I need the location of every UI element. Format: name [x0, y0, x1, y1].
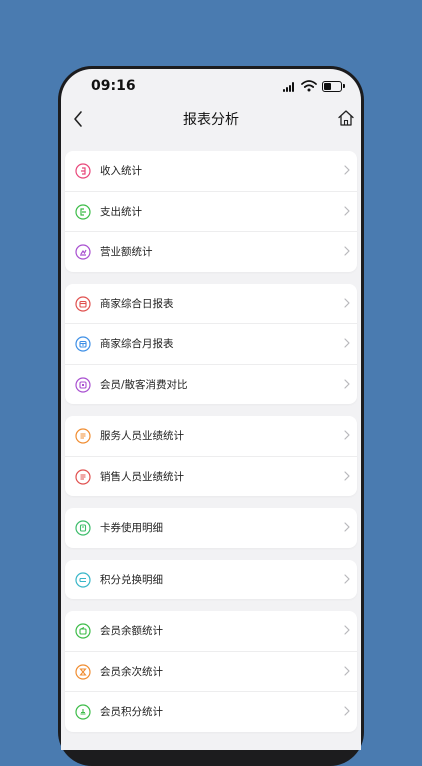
status-time: 09:16: [91, 78, 136, 94]
menu-item[interactable]: 销售人员业绩统计: [65, 457, 357, 497]
menu-group: 服务人员业绩统计 销售人员业绩统计: [65, 416, 357, 496]
home-icon[interactable]: [337, 109, 355, 127]
menu-item-label: 商家综合日报表: [100, 297, 174, 310]
menu-item[interactable]: 商家综合日报表: [65, 284, 357, 324]
menu-item[interactable]: 收入统计: [65, 151, 357, 192]
menu-item-label: 营业额统计: [100, 246, 153, 258]
calendar-month-icon: [75, 336, 91, 352]
chevron-right-icon: [344, 378, 350, 389]
menu-group: 积分兑换明细: [65, 559, 357, 600]
report-menu-list: 收入统计 支出统计 营业额统计 商家综合日报表 商家综合月报表 会员/散客消费对比 服务人员…: [65, 151, 357, 744]
menu-item[interactable]: 营业额统计: [65, 232, 357, 272]
menu-item-label: 收入统计: [100, 165, 142, 177]
chevron-right-icon: [344, 246, 350, 256]
app-screen: 09:16 报表分析 收入统计 支出统计 营业额统计 商家综合日报表 商家综合月报表 会员…: [61, 69, 361, 750]
chevron-right-icon: [344, 297, 350, 308]
document-icon: [75, 428, 91, 444]
menu-item[interactable]: 会员/散客消费对比: [65, 365, 357, 405]
exchange-icon: [75, 571, 91, 588]
chevron-right-icon: [344, 470, 350, 481]
menu-item-label: 会员/散客消费对比: [100, 378, 188, 391]
points-icon: [75, 704, 91, 720]
coupon-icon: [75, 520, 91, 536]
wifi-icon: [301, 80, 317, 92]
cellular-signal-icon: [283, 82, 297, 92]
menu-item[interactable]: 商家综合月报表: [65, 324, 357, 365]
menu-item-label: 卡券使用明细: [100, 522, 163, 534]
navigation-bar: 报表分析: [61, 105, 361, 135]
calendar-day-icon: [75, 295, 91, 312]
income-icon: [75, 163, 91, 179]
chevron-right-icon: [344, 522, 350, 532]
status-bar: 09:16: [61, 69, 361, 103]
menu-item[interactable]: 支出统计: [65, 192, 357, 232]
chevron-right-icon: [344, 625, 350, 635]
chevron-right-icon: [344, 338, 350, 348]
menu-item-label: 会员余额统计: [100, 625, 163, 637]
menu-group: 卡券使用明细: [65, 508, 357, 548]
chevron-right-icon: [344, 205, 350, 216]
menu-item-label: 会员余次统计: [100, 665, 163, 678]
chevron-right-icon: [344, 430, 350, 440]
menu-item-label: 服务人员业绩统计: [100, 430, 184, 442]
menu-group: 收入统计支出统计营业额统计: [65, 151, 357, 272]
menu-item-label: 商家综合月报表: [100, 338, 174, 350]
expense-icon: [75, 203, 91, 220]
menu-item[interactable]: 会员余次统计: [65, 652, 357, 692]
revenue-icon: [75, 244, 91, 260]
menu-item[interactable]: 卡券使用明细: [65, 508, 357, 548]
menu-item[interactable]: 会员余额统计: [65, 611, 357, 652]
chevron-right-icon: [344, 706, 350, 716]
battery-icon: [322, 81, 342, 92]
menu-item-label: 销售人员业绩统计: [100, 470, 184, 483]
hourglass-icon: [75, 663, 91, 680]
menu-item-label: 积分兑换明细: [100, 573, 163, 586]
compare-icon: [75, 376, 91, 393]
chevron-right-icon: [344, 573, 350, 584]
menu-item-label: 支出统计: [100, 205, 142, 218]
menu-item[interactable]: 服务人员业绩统计: [65, 416, 357, 457]
document-icon: [75, 468, 91, 485]
menu-item[interactable]: 会员积分统计: [65, 692, 357, 732]
page-title: 报表分析: [183, 112, 239, 128]
menu-item[interactable]: 积分兑换明细: [65, 560, 357, 600]
menu-item-label: 会员积分统计: [100, 706, 163, 718]
menu-group: 商家综合日报表 商家综合月报表会员/散客消费对比: [65, 283, 357, 405]
wallet-icon: [75, 623, 91, 639]
menu-group: 会员余额统计 会员余次统计 会员积分统计: [65, 611, 357, 732]
battery-tip: [343, 84, 345, 88]
chevron-right-icon: [344, 665, 350, 676]
chevron-right-icon: [344, 165, 350, 175]
